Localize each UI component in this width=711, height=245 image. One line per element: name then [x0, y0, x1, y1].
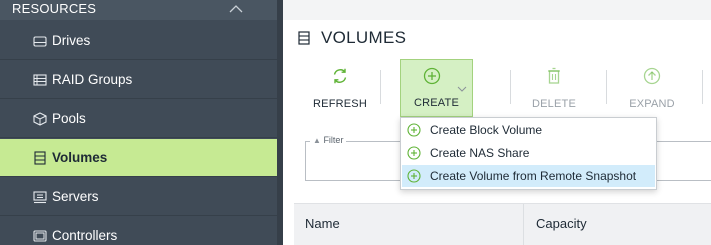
- controller-icon: [33, 230, 47, 242]
- toolbar-divider: [606, 70, 607, 104]
- raid-icon: [33, 74, 47, 86]
- sidebar: RESOURCES Drives RAID Groups Pools Volum…: [0, 0, 283, 245]
- refresh-label: REFRESH: [313, 98, 367, 110]
- top-bar: [283, 0, 711, 20]
- create-label: CREATE: [413, 97, 459, 109]
- menu-item-label: Create Volume from Remote Snapshot: [430, 169, 637, 183]
- sidebar-item-label: RAID Groups: [52, 72, 133, 87]
- sidebar-item-servers[interactable]: Servers: [0, 178, 277, 216]
- table-header: Name Capacity: [294, 203, 711, 245]
- toolbar-divider: [380, 70, 381, 104]
- create-dropdown-menu: Create Block Volume Create NAS Share Cre…: [400, 117, 657, 190]
- filter-label: Filter: [323, 135, 344, 145]
- sidebar-item-label: Controllers: [52, 228, 118, 243]
- sidebar-item-controllers[interactable]: Controllers: [0, 217, 277, 245]
- page-title-text: VOLUMES: [321, 28, 407, 47]
- refresh-icon: [333, 68, 347, 84]
- add-circle-icon: [407, 123, 421, 137]
- toolbar-divider: [510, 70, 511, 104]
- menu-item-create-block-volume[interactable]: Create Block Volume: [402, 119, 655, 141]
- add-circle-icon: [423, 67, 441, 85]
- server-icon: [33, 191, 47, 204]
- sidebar-item-pools[interactable]: Pools: [0, 100, 277, 138]
- sidebar-item-label: Pools: [52, 111, 86, 126]
- toolbar: REFRESH CREATE DELETE EXPAND: [283, 56, 711, 120]
- column-divider[interactable]: [523, 204, 524, 245]
- pool-icon: [33, 112, 47, 126]
- column-header-capacity[interactable]: Capacity: [536, 216, 587, 231]
- refresh-button[interactable]: REFRESH: [309, 60, 371, 116]
- toolbar-divider: [702, 70, 703, 104]
- column-header-name[interactable]: Name: [305, 216, 340, 231]
- create-button[interactable]: CREATE: [400, 59, 473, 117]
- delete-button[interactable]: DELETE: [523, 60, 585, 116]
- menu-item-create-nas-share[interactable]: Create NAS Share: [402, 142, 655, 164]
- sidebar-item-volumes[interactable]: Volumes: [0, 139, 277, 177]
- delete-label: DELETE: [532, 98, 576, 110]
- menu-item-create-volume-from-remote-snapshot[interactable]: Create Volume from Remote Snapshot: [402, 165, 655, 187]
- trash-icon: [548, 67, 560, 84]
- drive-icon: [33, 36, 47, 47]
- chevron-up-icon[interactable]: [228, 3, 244, 15]
- add-circle-icon: [407, 169, 421, 183]
- sidebar-section-resources[interactable]: RESOURCES: [0, 0, 277, 20]
- expand-button[interactable]: EXPAND: [621, 60, 683, 116]
- arrow-up-circle-icon: [643, 67, 661, 85]
- sidebar-item-drives[interactable]: Drives: [0, 22, 277, 60]
- menu-item-label: Create Block Volume: [430, 123, 543, 137]
- triangle-up-icon: ▲: [313, 136, 321, 145]
- filter-legend[interactable]: ▲ Filter: [310, 135, 347, 145]
- sidebar-item-raid-groups[interactable]: RAID Groups: [0, 61, 277, 99]
- volume-icon: [34, 151, 46, 165]
- expand-label: EXPAND: [629, 98, 675, 110]
- menu-item-label: Create NAS Share: [430, 146, 530, 160]
- chevron-down-icon[interactable]: [457, 86, 467, 92]
- add-circle-icon: [407, 146, 421, 160]
- volume-icon: [298, 31, 310, 45]
- sidebar-item-label: Drives: [52, 33, 91, 48]
- sidebar-section-title: RESOURCES: [12, 1, 97, 16]
- sidebar-item-label: Servers: [52, 189, 99, 204]
- sidebar-item-label: Volumes: [52, 150, 108, 165]
